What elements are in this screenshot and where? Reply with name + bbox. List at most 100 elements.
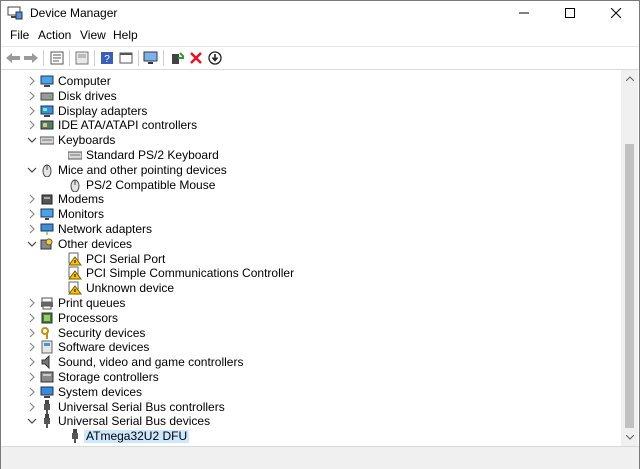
monitor-icon	[40, 208, 54, 221]
storage-icon	[40, 371, 54, 383]
tree-item[interactable]: Other devices	[1, 237, 621, 252]
tree-item[interactable]: Universal Serial Bus controllers	[1, 399, 621, 415]
chevron-right-icon[interactable]	[27, 313, 37, 323]
vertical-scrollbar[interactable]	[621, 70, 638, 446]
properties-button[interactable]	[48, 49, 66, 67]
minimize-icon	[519, 12, 529, 14]
tree-item[interactable]: Keyboards	[1, 133, 621, 148]
menu-view[interactable]: View	[80, 28, 106, 42]
tree-item-label: Mice and other pointing devices	[58, 162, 227, 177]
view-button[interactable]	[117, 49, 135, 67]
tree-item-label: Universal Serial Bus controllers	[58, 399, 225, 414]
chevron-down-icon[interactable]	[27, 135, 37, 145]
tree-item-label: Display adapters	[58, 103, 148, 118]
chevron-right-icon[interactable]	[27, 402, 37, 412]
tree-item-label: Standard PS/2 Keyboard	[86, 148, 219, 162]
minimize-button[interactable]	[501, 1, 547, 25]
warning-device-icon	[68, 252, 82, 266]
tree-item[interactable]: Print queues	[1, 296, 621, 311]
help-icon: ?	[101, 52, 113, 65]
chevron-down-icon[interactable]	[27, 165, 37, 175]
update-driver-button[interactable]	[168, 49, 186, 67]
device-manager-app-icon	[7, 6, 23, 20]
tree-item-label: Other devices	[58, 236, 133, 251]
tree-item[interactable]: Sound, video and game controllers	[1, 355, 621, 370]
keyboard-icon	[68, 151, 82, 160]
chevron-right-icon[interactable]	[27, 209, 37, 219]
chevron-right-icon[interactable]	[27, 106, 37, 116]
tree-item[interactable]: Monitors	[1, 207, 621, 222]
tree-item-label: Storage controllers	[58, 370, 159, 384]
chevron-right-icon[interactable]	[27, 298, 37, 308]
help-button[interactable]: ?	[98, 49, 116, 67]
scroll-up-arrow[interactable]	[621, 70, 638, 87]
tree-item[interactable]: Computer	[1, 74, 621, 89]
scrollbar-thumb[interactable]	[625, 144, 634, 428]
toolbar-separator	[69, 50, 70, 66]
show-hide-button[interactable]	[73, 49, 91, 67]
tree-item[interactable]: Network adapters	[1, 222, 621, 237]
tree-item[interactable]: Disk drives	[1, 89, 621, 104]
update-driver-icon	[172, 52, 184, 64]
close-button[interactable]	[593, 1, 639, 25]
tree-item[interactable]: IDE ATA/ATAPI controllers	[1, 118, 621, 133]
scan-hardware-button[interactable]	[142, 49, 160, 67]
menu-help[interactable]: Help	[113, 28, 138, 42]
tree-item[interactable]: PS/2 Compatible Mouse	[1, 178, 621, 193]
tree-item-label: Monitors	[58, 207, 105, 222]
forward-button[interactable]	[22, 49, 40, 67]
computer-icon	[40, 75, 54, 87]
chevron-down-icon[interactable]	[27, 239, 37, 249]
network-icon	[40, 223, 54, 235]
menu-bar: File Action View Help	[1, 27, 639, 45]
tree-item[interactable]: ATmega32U2 DFU	[1, 429, 621, 444]
toolbar: ?	[1, 46, 639, 70]
toolbar-separator	[43, 50, 44, 66]
tree-item[interactable]: Security devices	[1, 326, 621, 341]
chevron-down-icon[interactable]	[27, 416, 37, 426]
chevron-right-icon[interactable]	[27, 91, 37, 101]
title-bar[interactable]: Device Manager	[1, 1, 639, 25]
view-icon	[119, 52, 133, 64]
tree-item-label: PCI Serial Port	[86, 251, 166, 266]
menu-action[interactable]: Action	[38, 28, 71, 42]
disable-button[interactable]	[206, 49, 224, 67]
tree-item[interactable]: Storage controllers	[1, 370, 621, 385]
chevron-right-icon[interactable]	[27, 328, 37, 338]
chevron-right-icon[interactable]	[27, 224, 37, 234]
toolbar-separator	[138, 50, 139, 66]
back-button[interactable]	[4, 49, 22, 67]
svg-text:?: ?	[104, 54, 110, 65]
scroll-down-arrow[interactable]	[621, 429, 638, 446]
tree-item[interactable]: System devices	[1, 385, 621, 400]
uninstall-button[interactable]	[187, 49, 205, 67]
tree-item[interactable]: Standard PS/2 Keyboard	[1, 148, 621, 163]
tree-item[interactable]: PCI Serial Port	[1, 252, 621, 267]
other-devices-icon	[40, 238, 53, 250]
device-manager-window: Device Manager File Action View Help ? C…	[0, 0, 640, 469]
tree-item[interactable]: Universal Serial Bus devices	[1, 414, 621, 429]
tree-item[interactable]: Software devices	[1, 340, 621, 355]
tree-item-label: Security devices	[58, 325, 146, 340]
tree-item[interactable]: PCI Simple Communications Controller	[1, 266, 621, 281]
chevron-right-icon[interactable]	[27, 387, 37, 397]
chevron-right-icon[interactable]	[27, 372, 37, 382]
monitor-scan-icon	[143, 51, 158, 64]
window-title: Device Manager	[30, 6, 118, 20]
maximize-button[interactable]	[547, 1, 593, 25]
chevron-right-icon[interactable]	[27, 194, 37, 204]
chevron-right-icon[interactable]	[27, 120, 37, 130]
device-tree[interactable]: Computer Disk drives Display adapters IDE A…	[1, 70, 621, 446]
tree-item-label: Print queues	[58, 296, 126, 310]
tree-item[interactable]: Processors	[1, 311, 621, 326]
tree-item[interactable]: Unknown device	[1, 281, 621, 296]
chevron-right-icon[interactable]	[27, 357, 37, 367]
tree-item[interactable]: Modems	[1, 192, 621, 207]
tree-item[interactable]: Display adapters	[1, 104, 621, 119]
chevron-up-icon	[625, 76, 634, 81]
tree-item[interactable]: Mice and other pointing devices	[1, 163, 621, 178]
chevron-right-icon[interactable]	[27, 342, 37, 352]
menu-file[interactable]: File	[10, 28, 29, 42]
tree-item-label: Processors	[58, 310, 119, 325]
chevron-right-icon[interactable]	[27, 76, 37, 86]
